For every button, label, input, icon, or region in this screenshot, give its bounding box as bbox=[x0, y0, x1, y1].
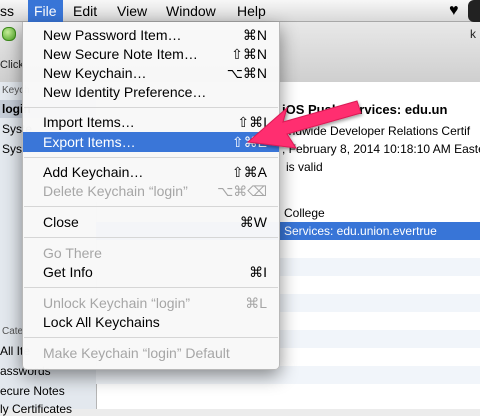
menu-item-add-keychain[interactable]: Add Keychain… ⇧⌘A bbox=[23, 162, 279, 182]
menu-view[interactable]: View bbox=[117, 0, 147, 22]
menu-item-make-default: Make Keychain “login” Default bbox=[23, 343, 279, 363]
menu-item-shortcut: ⇧⌘E bbox=[231, 134, 267, 150]
menu-edit[interactable]: Edit bbox=[73, 0, 97, 22]
menu-item-label: Delete Keychain “login” bbox=[43, 183, 188, 199]
menu-item-close[interactable]: Close ⌘W bbox=[23, 212, 279, 232]
category-my-certificates[interactable]: ly Certificates bbox=[0, 402, 72, 416]
category-secure-notes[interactable]: ecure Notes bbox=[0, 384, 65, 398]
table-cell: College bbox=[284, 206, 325, 220]
certificate-expires: , February 8, 2014 10:18:10 AM Easte bbox=[282, 142, 480, 156]
certificate-valid: is valid bbox=[286, 160, 323, 174]
menu-separator bbox=[24, 206, 278, 207]
file-menu: New Password Item… ⌘N New Secure Note It… bbox=[22, 22, 280, 370]
menu-help[interactable]: Help bbox=[237, 0, 266, 22]
menu-item-shortcut: ⌥⌘N bbox=[226, 65, 267, 81]
menu-item-label: Unlock Keychain “login” bbox=[43, 295, 191, 311]
menu-item-shortcut: ⇧⌘I bbox=[237, 114, 267, 130]
category-header: Cate bbox=[2, 326, 24, 337]
menu-item-shortcut: ⌘L bbox=[245, 295, 267, 311]
menu-file[interactable]: File bbox=[28, 0, 63, 22]
toolbar-click-label: Click bbox=[0, 59, 24, 71]
table-cell: Services: edu.union.evertrue bbox=[284, 224, 437, 238]
menu-separator bbox=[24, 337, 278, 338]
menu-item-label: Get Info bbox=[43, 264, 93, 280]
menu-item-label: Make Keychain “login” Default bbox=[43, 345, 230, 361]
menu-item-label: Lock All Keychains bbox=[43, 314, 160, 330]
menu-item-shortcut: ⌘N bbox=[242, 27, 267, 43]
menu-item-label: New Identity Preference… bbox=[43, 84, 207, 100]
menu-item-new-keychain[interactable]: New Keychain… ⌥⌘N bbox=[23, 63, 279, 83]
menu-item-import-items[interactable]: Import Items… ⇧⌘I bbox=[23, 112, 279, 132]
menu-item-label: New Secure Note Item… bbox=[43, 46, 198, 62]
menu-item-new-identity-preference[interactable]: New Identity Preference… bbox=[23, 82, 279, 102]
menu-item-shortcut: ⌘I bbox=[249, 264, 267, 280]
menu-item-shortcut: ⌥⌘⌫ bbox=[217, 183, 267, 199]
menu-item-label: New Password Item… bbox=[43, 27, 182, 43]
status-icon[interactable] bbox=[468, 0, 480, 22]
menu-separator bbox=[24, 157, 278, 158]
menu-bar: ss File Edit View Window Help ♥ bbox=[0, 0, 480, 22]
menu-item-new-secure-note[interactable]: New Secure Note Item… ⇧⌘N bbox=[23, 44, 279, 64]
heart-icon[interactable]: ♥ bbox=[449, 1, 459, 21]
menu-separator bbox=[24, 237, 278, 238]
app-menu[interactable]: ss bbox=[0, 0, 14, 22]
menu-separator bbox=[24, 287, 278, 288]
menu-item-unlock-keychain: Unlock Keychain “login” ⌘L bbox=[23, 293, 279, 313]
menu-separator bbox=[24, 107, 278, 108]
toolbar-right-text: k bbox=[470, 27, 476, 41]
menu-item-label: New Keychain… bbox=[43, 65, 147, 81]
menu-item-go-there: Go There bbox=[23, 243, 279, 263]
menu-item-label: Go There bbox=[43, 245, 102, 261]
menu-item-get-info[interactable]: Get Info ⌘I bbox=[23, 262, 279, 282]
certificate-title: iOS Push Services: edu.un bbox=[282, 102, 448, 117]
menu-item-label: Export Items… bbox=[43, 134, 136, 150]
menu-item-new-password[interactable]: New Password Item… ⌘N bbox=[23, 25, 279, 45]
menu-item-label: Import Items… bbox=[43, 114, 135, 130]
menu-item-label: Add Keychain… bbox=[43, 164, 144, 180]
menu-item-shortcut: ⌘W bbox=[239, 214, 267, 230]
menu-item-label: Close bbox=[43, 214, 79, 230]
zoom-button[interactable] bbox=[2, 27, 16, 41]
menu-item-export-items[interactable]: Export Items… ⇧⌘E bbox=[23, 132, 279, 152]
menu-window[interactable]: Window bbox=[166, 0, 216, 22]
menu-item-shortcut: ⇧⌘A bbox=[231, 164, 267, 180]
menu-item-delete-keychain: Delete Keychain “login” ⌥⌘⌫ bbox=[23, 181, 279, 201]
certificate-issuer: orldwide Developer Relations Certif bbox=[282, 124, 471, 138]
menu-item-lock-all-keychains[interactable]: Lock All Keychains bbox=[23, 312, 279, 332]
menu-item-shortcut: ⇧⌘N bbox=[231, 46, 267, 62]
